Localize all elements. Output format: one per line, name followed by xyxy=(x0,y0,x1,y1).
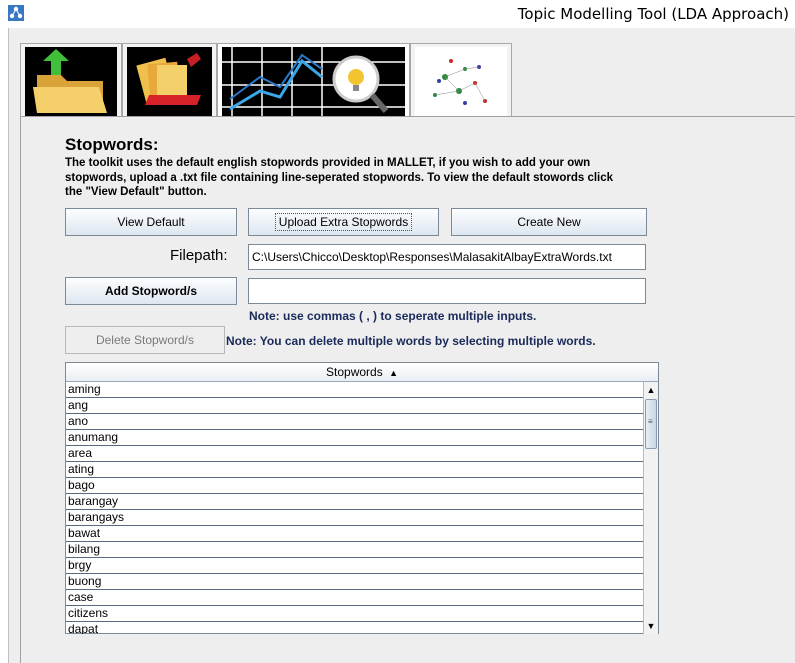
add-stopwords-input[interactable] xyxy=(248,278,646,304)
column-header-label: Stopwords xyxy=(326,365,383,379)
table-body: aming ang ano anumang area ating bago barangay b… xyxy=(66,382,643,634)
upload-extra-label: Upload Extra Stopwords xyxy=(274,213,413,231)
table-row[interactable]: ang xyxy=(66,398,643,414)
create-new-label: Create New xyxy=(517,215,581,229)
table-row[interactable]: case xyxy=(66,590,643,606)
tab-files[interactable] xyxy=(122,43,217,117)
table-row[interactable]: bilang xyxy=(66,542,643,558)
table-row[interactable]: aming xyxy=(66,382,643,398)
table-row[interactable]: ating xyxy=(66,462,643,478)
sort-ascending-icon: ▲ xyxy=(389,368,398,378)
tab-analysis[interactable] xyxy=(217,43,410,117)
view-default-label: View Default xyxy=(117,215,185,229)
scroll-up-icon[interactable]: ▲ xyxy=(644,383,658,397)
tab-topics[interactable] xyxy=(410,43,512,117)
table-row[interactable]: citizens xyxy=(66,606,643,622)
file-folders-icon xyxy=(127,47,212,117)
table-row[interactable]: ano xyxy=(66,414,643,430)
description-text: The toolkit uses the default english sto… xyxy=(65,157,614,198)
topic-network-icon xyxy=(415,47,507,117)
filepath-field[interactable]: C:\Users\Chicco\Desktop\Responses\Malasa… xyxy=(248,244,646,270)
view-default-button[interactable]: View Default xyxy=(65,208,237,236)
analysis-chart-icon xyxy=(222,47,405,117)
tab-import[interactable] xyxy=(20,43,122,117)
table-row[interactable]: brgy xyxy=(66,558,643,574)
scroll-thumb[interactable]: ≡ xyxy=(645,399,657,449)
create-new-button[interactable]: Create New xyxy=(451,208,647,236)
stopwords-table[interactable]: Stopwords ▲ aming ang ano anumang area ating b… xyxy=(65,362,659,634)
import-folder-icon xyxy=(25,47,117,117)
table-row[interactable]: bawat xyxy=(66,526,643,542)
table-row[interactable]: buong xyxy=(66,574,643,590)
table-row[interactable]: dapat xyxy=(66,622,643,634)
page-title: Stopwords: xyxy=(65,135,159,154)
vertical-scrollbar[interactable]: ▲ ≡ ▼ xyxy=(643,382,658,634)
column-header-stopwords[interactable]: Stopwords ▲ xyxy=(66,363,658,382)
commas-note: Note: use commas ( , ) to seperate multi… xyxy=(249,309,537,323)
grip-icon: ≡ xyxy=(648,417,653,426)
network-icon xyxy=(8,5,24,21)
delete-stopwords-label: Delete Stopword/s xyxy=(95,333,195,347)
table-row[interactable]: area xyxy=(66,446,643,462)
table-row[interactable]: anumang xyxy=(66,430,643,446)
add-stopwords-button[interactable]: Add Stopword/s xyxy=(65,277,237,305)
upload-extra-stopwords-button[interactable]: Upload Extra Stopwords xyxy=(248,208,439,236)
table-row[interactable]: barangay xyxy=(66,494,643,510)
scroll-down-icon[interactable]: ▼ xyxy=(644,619,658,633)
filepath-label: Filepath: xyxy=(170,247,228,264)
delete-note: Note: You can delete multiple words by s… xyxy=(226,334,596,348)
title-bar: Topic Modelling Tool (LDA Approach) xyxy=(0,0,795,28)
window-title: Topic Modelling Tool (LDA Approach) xyxy=(517,5,789,23)
table-row[interactable]: bago xyxy=(66,478,643,494)
delete-stopwords-button[interactable]: Delete Stopword/s xyxy=(65,326,225,354)
add-stopwords-label: Add Stopword/s xyxy=(105,284,197,298)
table-row[interactable]: barangays xyxy=(66,510,643,526)
